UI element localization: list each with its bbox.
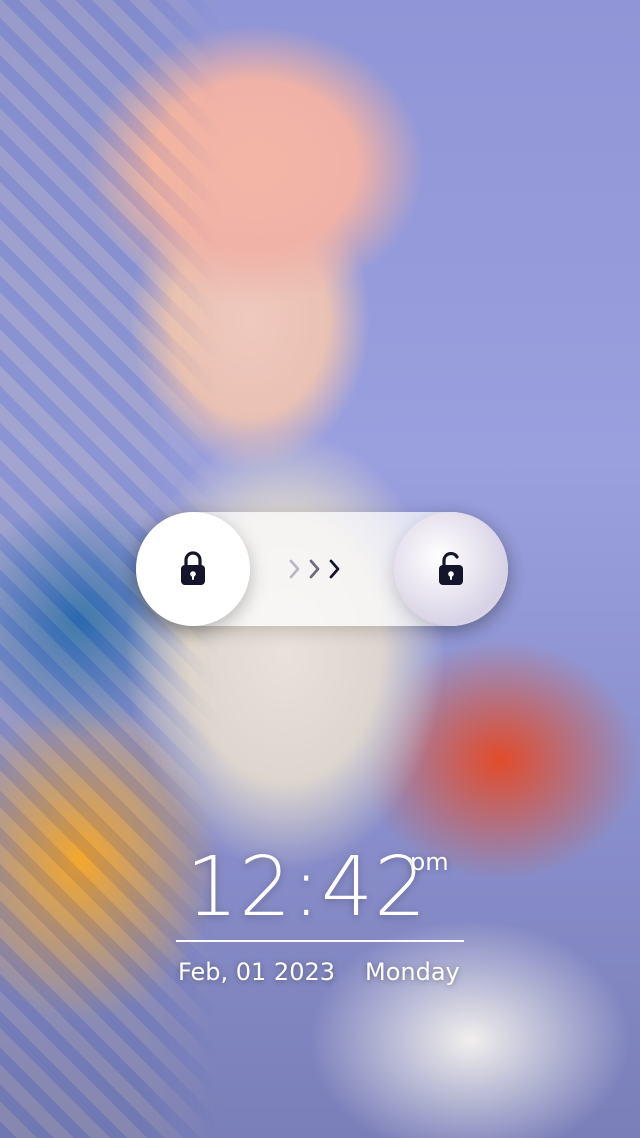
lock-knob[interactable] — [136, 512, 250, 626]
unlock-icon — [439, 551, 463, 585]
unlock-target[interactable] — [394, 512, 508, 626]
chevron-right-icon — [308, 558, 322, 580]
unlock-slider[interactable] — [136, 512, 508, 626]
lock-icon — [181, 551, 205, 585]
lock-screen: 12:42 pm Feb, 01 2023 Monday — [0, 0, 640, 1138]
clock-time: 12:42 — [186, 840, 428, 935]
clock-ampm: pm — [410, 848, 449, 876]
clock: 12:42 pm — [0, 840, 640, 940]
weekday-text: Monday — [365, 958, 460, 986]
date-row: Feb, 01 2023 Monday — [178, 958, 478, 992]
chevron-right-icon — [328, 558, 342, 580]
date-text: Feb, 01 2023 — [178, 958, 335, 986]
slide-arrows — [288, 556, 342, 582]
chevron-right-icon — [288, 558, 302, 580]
clock-divider — [176, 940, 464, 942]
